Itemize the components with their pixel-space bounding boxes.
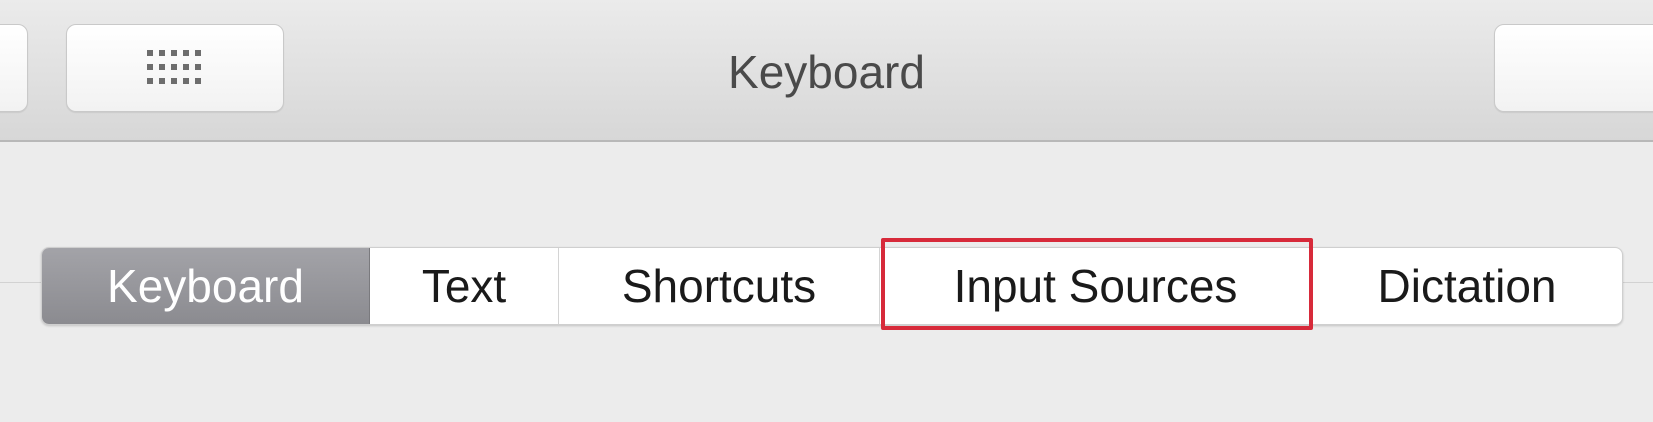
search-field[interactable] <box>1494 24 1653 112</box>
window-title: Keyboard <box>728 46 925 98</box>
divider-right <box>1623 282 1653 283</box>
tab-shortcuts[interactable]: Shortcuts <box>559 248 880 324</box>
tab-input-sources[interactable]: Input Sources <box>880 248 1312 324</box>
tab-dictation[interactable]: Dictation <box>1312 248 1622 324</box>
divider-left <box>0 282 41 283</box>
tab-text[interactable]: Text <box>370 248 559 324</box>
tab-keyboard[interactable]: Keyboard <box>42 248 370 324</box>
title-bar: Keyboard <box>0 0 1653 142</box>
tab-bar: Keyboard Text Shortcuts Input Sources Di… <box>41 247 1623 325</box>
